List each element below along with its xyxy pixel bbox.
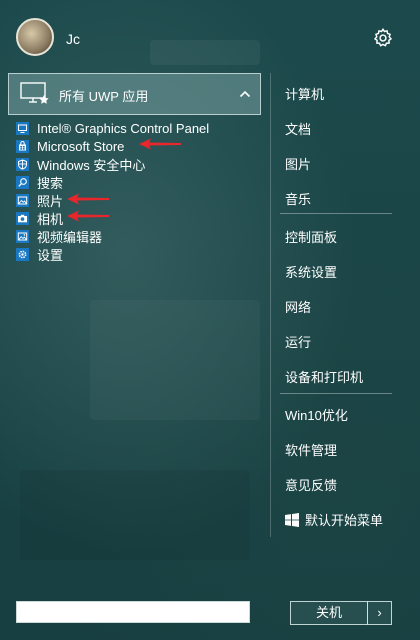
shutdown-options-button[interactable]: › (367, 601, 392, 625)
app-item-settings[interactable]: 设置 (16, 245, 256, 263)
video-editor-icon (16, 229, 29, 243)
uwp-app-list: Intel® Graphics Control Panel Microsoft … (16, 119, 256, 263)
panel-divider (270, 73, 271, 537)
all-uwp-apps-header[interactable]: 所有 UWP 应用 (8, 73, 261, 115)
right-item-network[interactable]: 网络 (285, 297, 311, 316)
app-item-microsoft-store[interactable]: Microsoft Store (16, 137, 256, 155)
search-icon (16, 175, 29, 189)
all-uwp-apps-label: 所有 UWP 应用 (59, 89, 149, 104)
background-blur (20, 470, 250, 560)
background-blur (90, 300, 260, 420)
right-panel-separator (280, 213, 392, 214)
user-avatar[interactable] (16, 18, 54, 56)
right-item-pictures[interactable]: 图片 (285, 154, 311, 173)
app-item-camera[interactable]: 相机 (16, 209, 256, 227)
app-item-label: 照片 (37, 193, 64, 209)
chevron-up-icon[interactable] (239, 88, 251, 100)
app-item-label: Windows 安全中心 (37, 157, 146, 173)
app-item-search[interactable]: 搜索 (16, 173, 256, 191)
red-annotation-arrow (67, 193, 109, 205)
right-item-win10-optimize[interactable]: Win10优化 (285, 405, 348, 424)
right-item-system-settings[interactable]: 系统设置 (285, 262, 337, 281)
windows-logo-icon (285, 513, 299, 527)
app-item-label: 设置 (37, 247, 64, 263)
start-menu-header: Jc (0, 0, 420, 70)
user-name[interactable]: Jc (66, 31, 80, 47)
intel-graphics-icon (16, 121, 29, 135)
shield-icon (16, 157, 29, 171)
red-annotation-arrow (67, 210, 109, 222)
app-item-photos[interactable]: 照片 (16, 191, 256, 209)
right-item-label: 默认开始菜单 (305, 513, 384, 528)
app-item-label: 相机 (37, 211, 64, 227)
app-item-video-editor[interactable]: 视频编辑器 (16, 227, 256, 245)
store-icon (16, 139, 29, 153)
right-item-control-panel[interactable]: 控制面板 (285, 227, 337, 246)
app-item-label: 视频编辑器 (37, 229, 103, 245)
camera-icon (16, 211, 29, 225)
app-item-label: Intel® Graphics Control Panel (37, 120, 210, 136)
right-item-music[interactable]: 音乐 (285, 189, 311, 208)
uwp-monitor-icon (20, 82, 49, 104)
right-item-feedback[interactable]: 意见反馈 (285, 475, 337, 494)
right-item-software-manager[interactable]: 软件管理 (285, 440, 337, 459)
gear-icon[interactable] (372, 27, 394, 49)
app-item-label: Microsoft Store (37, 138, 125, 154)
red-annotation-arrow (139, 138, 181, 150)
right-panel-separator (280, 393, 392, 394)
app-item-windows-security[interactable]: Windows 安全中心 (16, 155, 256, 173)
right-item-devices-printers[interactable]: 设备和打印机 (285, 367, 363, 386)
search-input[interactable] (16, 601, 250, 623)
app-item-intel-graphics[interactable]: Intel® Graphics Control Panel (16, 119, 256, 137)
settings-icon (16, 247, 29, 261)
shutdown-button[interactable]: 关机 (290, 601, 368, 625)
right-item-computer[interactable]: 计算机 (285, 84, 324, 103)
app-item-label: 搜索 (37, 175, 64, 191)
right-item-default-start-menu[interactable]: 默认开始菜单 (285, 510, 383, 529)
right-item-run[interactable]: 运行 (285, 332, 311, 351)
photos-icon (16, 193, 29, 207)
right-item-documents[interactable]: 文档 (285, 119, 311, 138)
